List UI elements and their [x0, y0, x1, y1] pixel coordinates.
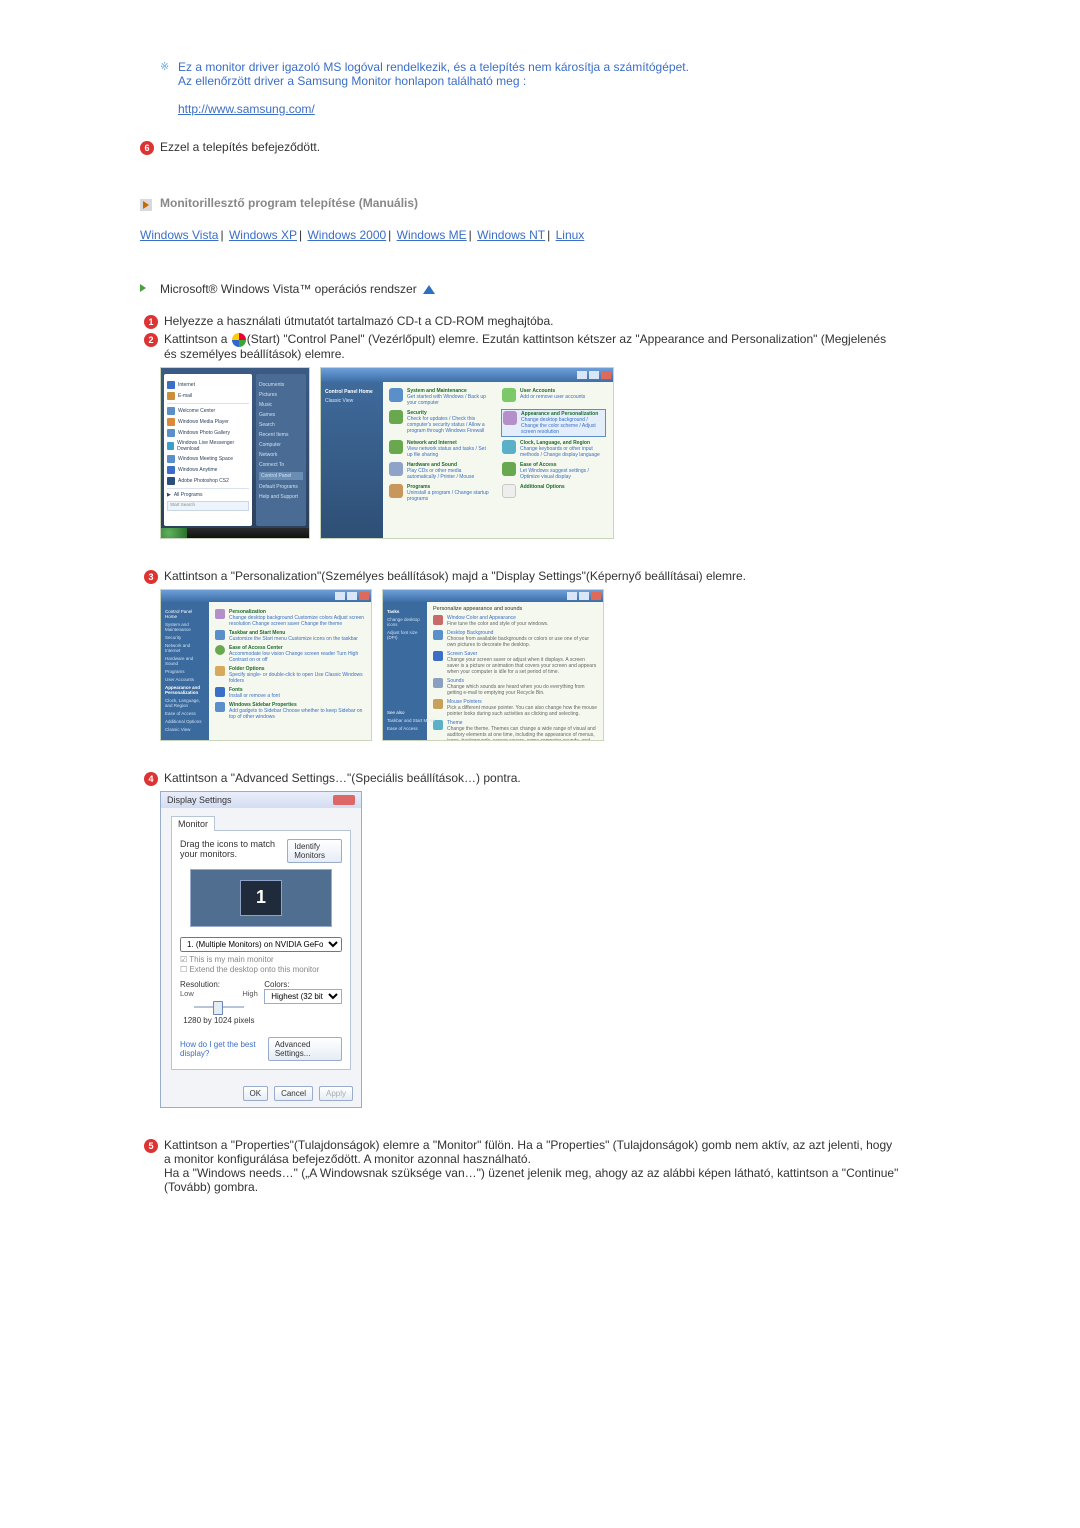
os-links: Windows Vista| Windows XP| Windows 2000|…	[140, 228, 900, 242]
advanced-settings-button: Advanced Settings...	[268, 1037, 342, 1061]
samsung-link[interactable]: http://www.samsung.com/	[178, 102, 315, 116]
manual-section-title: Monitorillesztő program telepítése (Manu…	[160, 196, 418, 210]
close-icon	[333, 795, 355, 805]
step-badge-4: 4	[144, 772, 158, 786]
section-arrow-icon	[140, 199, 152, 211]
ok-button: OK	[243, 1086, 269, 1101]
chk-extend-desktop: ☐ Extend the desktop onto this monitor	[180, 965, 342, 974]
note-text: Ez a monitor driver igazoló MS logóval r…	[178, 60, 689, 116]
step1-text: Helyezze a használati útmutatót tartalma…	[164, 314, 554, 328]
link-me[interactable]: Windows ME	[397, 228, 467, 242]
resolution-slider	[180, 1000, 258, 1014]
tab-monitor: Monitor	[171, 816, 215, 831]
apply-button: Apply	[319, 1086, 353, 1101]
step4-text: Kattintson a "Advanced Settings…"(Speciá…	[164, 771, 521, 785]
link-xp[interactable]: Windows XP	[229, 228, 297, 242]
step-badge-2: 2	[144, 333, 158, 347]
link-vista[interactable]: Windows Vista	[140, 228, 218, 242]
arrow-icon	[140, 283, 152, 295]
step5-text: Kattintson a "Properties"(Tulajdonságok)…	[164, 1138, 900, 1194]
colors-select: Highest (32 bit)	[264, 989, 342, 1004]
step2-text: Kattintson a (Start) "Control Panel" (Ve…	[164, 332, 900, 361]
step-badge-6: 6	[140, 141, 154, 155]
windows-orb-icon	[232, 333, 246, 347]
step6-text: Ezzel a telepítés befejeződött.	[160, 140, 320, 154]
colors-label: Colors:	[264, 980, 342, 989]
start-button	[161, 528, 187, 538]
resolution-label: Resolution:	[180, 980, 258, 989]
monitor-select: 1. (Multiple Monitors) on NVIDIA GeForce…	[180, 937, 342, 952]
collapse-up-icon[interactable]	[423, 285, 435, 294]
screenshot-start-menu: Internet E-mail Welcome Center Windows M…	[160, 367, 310, 539]
info-asterisk-icon: ※	[160, 60, 178, 116]
dialog-title: Display Settings	[167, 795, 232, 805]
link-nt[interactable]: Windows NT	[477, 228, 545, 242]
screenshot-appearance-personalization: Control Panel Home System and Maintenanc…	[160, 589, 372, 741]
drag-hint: Drag the icons to match your monitors.	[180, 839, 287, 859]
link-2000[interactable]: Windows 2000	[307, 228, 386, 242]
monitor-preview-1: 1	[240, 880, 282, 916]
screenshot-display-settings: Display Settings Monitor Drag the icons …	[160, 791, 362, 1108]
best-display-link: How do I get the best display?	[180, 1040, 268, 1058]
step-badge-3: 3	[144, 570, 158, 584]
link-linux[interactable]: Linux	[556, 228, 585, 242]
screenshot-control-panel: Control Panel Home Classic View System a…	[320, 367, 614, 539]
step3-text: Kattintson a "Personalization"(Személyes…	[164, 569, 746, 583]
screenshot-personalization: Tasks Change desktop icons Adjust font s…	[382, 589, 604, 741]
vista-heading: Microsoft® Windows Vista™ operációs rend…	[160, 282, 417, 296]
cancel-button: Cancel	[274, 1086, 313, 1101]
identify-monitors-button: Identify Monitors	[287, 839, 342, 863]
step-badge-5: 5	[144, 1139, 158, 1153]
chk-main-monitor: ☑ This is my main monitor	[180, 955, 342, 964]
step-badge-1: 1	[144, 315, 158, 329]
